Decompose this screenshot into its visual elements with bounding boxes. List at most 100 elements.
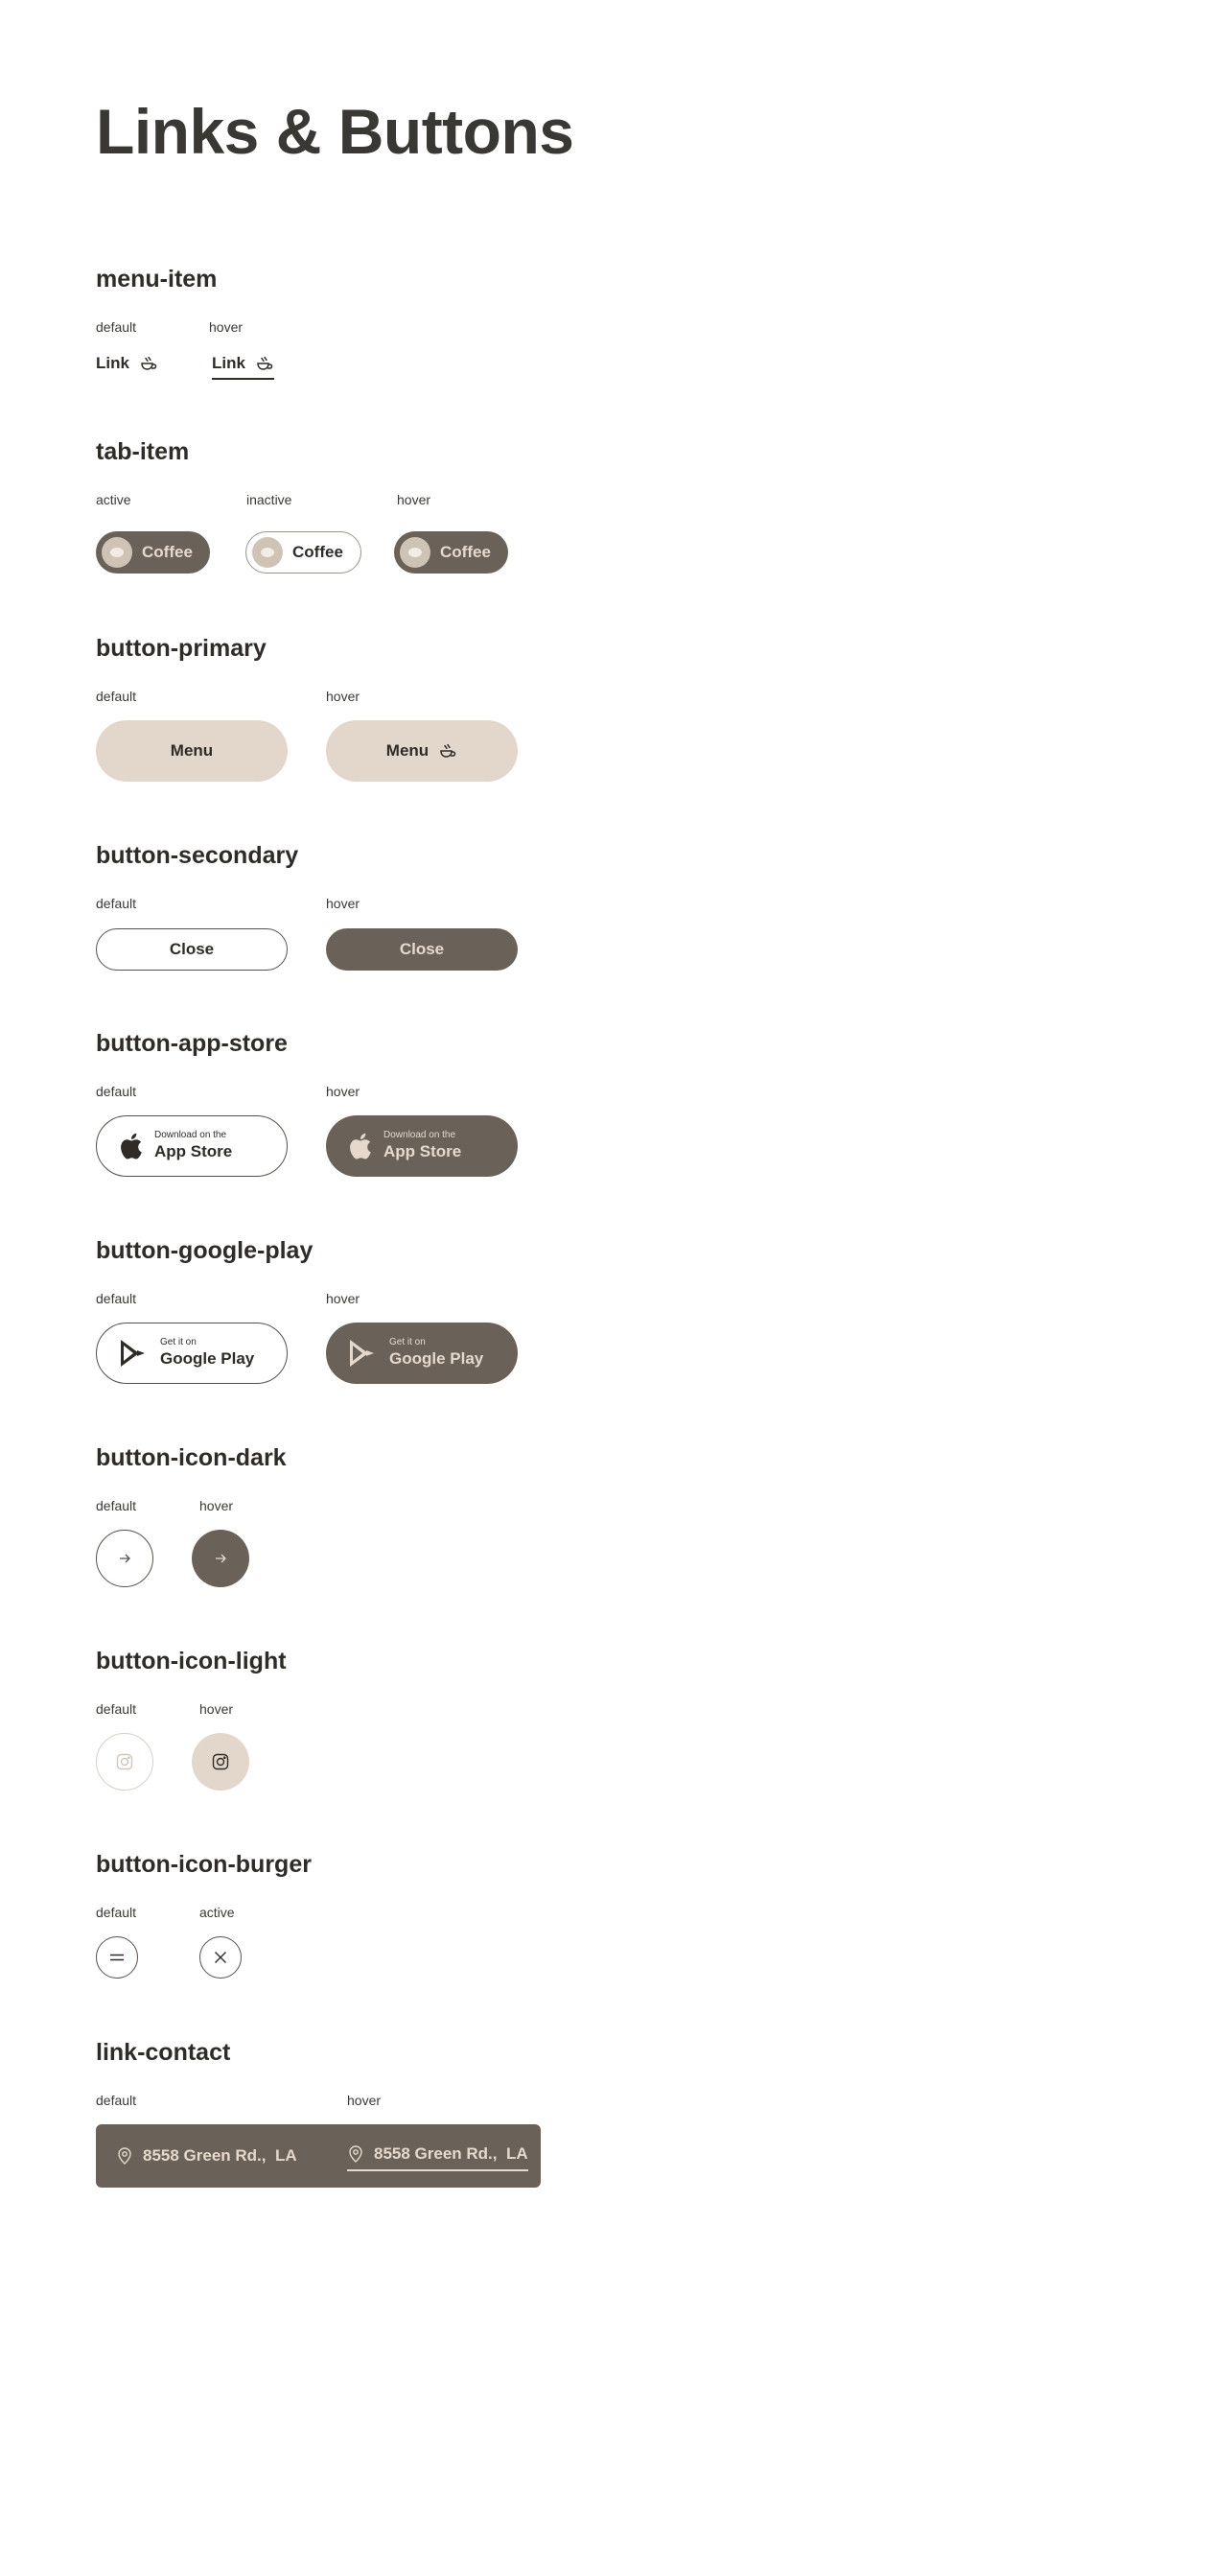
state-label-hover: hover [326, 689, 360, 704]
state-label-default: default [96, 1291, 137, 1306]
page-title: Links & Buttons [96, 96, 574, 167]
close-button-hover[interactable]: Close [326, 928, 518, 971]
close-button-default[interactable]: Close [96, 928, 288, 971]
arrow-button-default[interactable] [96, 1530, 153, 1587]
section-button-icon-burger: button-icon-burger default active [96, 1848, 1055, 2002]
state-label-hover: hover [199, 1498, 234, 1513]
coffee-cup-icon [252, 537, 283, 568]
store-text: Get it on Google Play [160, 1337, 254, 1370]
store-big-text: App Store [383, 1142, 462, 1160]
coffee-icon [141, 356, 157, 370]
store-text: Download on the App Store [154, 1130, 232, 1162]
store-small-text: Get it on [160, 1337, 197, 1347]
menu-button-default[interactable]: Menu [96, 720, 288, 782]
coffee-cup-icon [102, 537, 132, 568]
contact-link-hover[interactable]: 8558 Green Rd., LA [347, 2141, 528, 2171]
section-title: button-icon-dark [96, 1444, 287, 1471]
section-button-icon-dark: button-icon-dark default hover [96, 1441, 1055, 1595]
coffee-icon [440, 743, 456, 758]
state-label-default: default [96, 1498, 137, 1513]
arrow-right-icon [120, 1554, 130, 1563]
tab-label: Coffee [142, 543, 193, 561]
app-store-button-hover[interactable]: Download on the App Store [326, 1115, 518, 1177]
tab-coffee-active[interactable]: Coffee [96, 531, 210, 574]
google-play-button-hover[interactable]: Get it on Google Play [326, 1323, 518, 1384]
section-title: menu-item [96, 266, 218, 293]
tab-coffee-hover[interactable]: Coffee [394, 531, 508, 574]
section-button-app-store: button-app-store default hover Download … [96, 1027, 1055, 1181]
arrow-button-hover[interactable] [192, 1530, 249, 1587]
state-label-hover: hover [397, 492, 431, 507]
store-small-text: Download on the [154, 1130, 227, 1140]
tab-label: Coffee [292, 543, 343, 561]
section-button-primary: button-primary default hover Menu Menu [96, 632, 1055, 785]
section-title: tab-item [96, 438, 190, 465]
state-label-active: active [199, 1905, 235, 1920]
state-label-default: default [96, 319, 137, 335]
location-pin-icon [118, 2147, 131, 2165]
instagram-icon [116, 1753, 133, 1770]
state-label-hover: hover [209, 319, 244, 335]
google-play-button-default[interactable]: Get it on Google Play [96, 1323, 288, 1384]
instagram-icon [212, 1753, 229, 1770]
store-big-text: Google Play [160, 1349, 255, 1368]
store-text: Get it on Google Play [389, 1337, 483, 1370]
arrow-right-icon [216, 1554, 226, 1563]
menu-link-default[interactable]: Link [96, 351, 158, 376]
store-small-text: Get it on [389, 1337, 426, 1347]
google-play-icon [350, 1340, 374, 1367]
state-label-inactive: inactive [246, 492, 292, 507]
contact-link-default[interactable]: 8558 Green Rd., LA [116, 2143, 297, 2169]
section-title: button-primary [96, 635, 267, 662]
menu-link-label: Link [212, 354, 245, 372]
contact-address: 8558 Green Rd., LA [374, 2144, 528, 2163]
state-label-hover: hover [326, 896, 360, 911]
state-label-default: default [96, 1084, 137, 1099]
state-label-default: default [96, 689, 137, 704]
state-label-default: default [96, 2093, 137, 2108]
section-link-contact: link-contact default hover 8558 Green Rd… [96, 2036, 1055, 2199]
section-title: button-icon-burger [96, 1851, 312, 1878]
state-label-active: active [96, 492, 131, 507]
section-title: button-app-store [96, 1030, 288, 1057]
store-big-text: App Store [154, 1142, 233, 1160]
section-button-icon-light: button-icon-light default hover [96, 1645, 1055, 1798]
burger-button-active[interactable] [199, 1936, 242, 1979]
button-label: Close [399, 940, 445, 958]
state-label-hover: hover [326, 1084, 360, 1099]
state-label-default: default [96, 1701, 137, 1717]
state-label-hover: hover [326, 1291, 360, 1306]
menu-link-label: Link [96, 354, 129, 372]
contact-address: 8558 Green Rd., LA [143, 2146, 297, 2165]
store-big-text: Google Play [389, 1349, 484, 1368]
button-label: Menu [170, 741, 214, 760]
section-title: link-contact [96, 2039, 231, 2066]
state-label-default: default [96, 896, 137, 911]
coffee-icon [257, 356, 273, 370]
state-label-hover: hover [199, 1701, 234, 1717]
instagram-button-default[interactable] [96, 1733, 153, 1791]
apple-icon [121, 1133, 142, 1159]
section-menu-item: menu-item default hover Link Link [96, 263, 1055, 387]
state-label-default: default [96, 1905, 137, 1920]
button-label: Menu [385, 741, 430, 760]
apple-icon [350, 1133, 371, 1159]
burger-button-default[interactable] [96, 1936, 138, 1979]
store-small-text: Download on the [383, 1130, 456, 1140]
menu-link-hover[interactable]: Link [212, 351, 274, 380]
burger-icon [110, 1954, 124, 1961]
section-title: button-google-play [96, 1237, 314, 1264]
instagram-button-hover[interactable] [192, 1733, 249, 1791]
google-play-icon [121, 1340, 145, 1367]
tab-coffee-inactive[interactable]: Coffee [245, 531, 361, 574]
button-label: Close [169, 940, 215, 958]
section-tab-item: tab-item active inactive hover Coffee Co… [96, 435, 1055, 579]
section-button-secondary: button-secondary default hover Close Clo… [96, 839, 1055, 973]
state-label-hover: hover [347, 2093, 382, 2108]
app-store-button-default[interactable]: Download on the App Store [96, 1115, 288, 1177]
close-icon [215, 1952, 226, 1963]
section-button-google-play: button-google-play default hover Get it … [96, 1234, 1055, 1388]
menu-button-hover[interactable]: Menu [326, 720, 518, 782]
section-title: button-secondary [96, 842, 299, 869]
tab-label: Coffee [440, 543, 491, 561]
